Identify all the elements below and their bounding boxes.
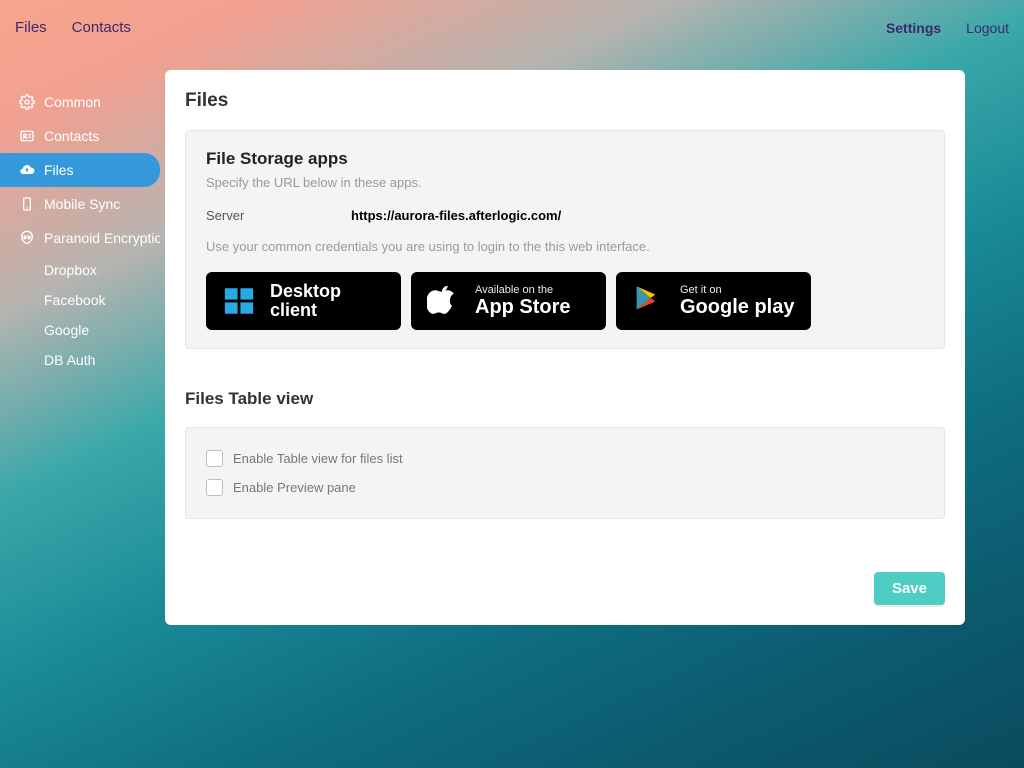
file-storage-card: File Storage apps Specify the URL below … (185, 130, 945, 349)
badge-desktop-text: Desktop client (270, 282, 341, 320)
credentials-note: Use your common credentials you are usin… (206, 239, 924, 254)
gear-icon (18, 93, 36, 111)
sidebar-sub-db-auth[interactable]: DB Auth (0, 345, 160, 375)
cloud-icon (18, 161, 36, 179)
apple-icon (427, 284, 461, 318)
badge-play-text: Get it on Google play (680, 285, 794, 318)
google-play-icon (632, 284, 666, 318)
badge-desktop-client[interactable]: Desktop client (206, 272, 401, 330)
tab-contacts[interactable]: Contacts (72, 19, 131, 36)
sidebar-item-label: Common (44, 94, 101, 110)
top-tabs: Files Contacts (15, 19, 131, 36)
card-icon (18, 127, 36, 145)
sidebar-item-label: Mobile Sync (44, 196, 120, 212)
server-row: Server https://aurora-files.afterlogic.c… (206, 208, 924, 223)
server-value: https://aurora-files.afterlogic.com/ (351, 208, 561, 223)
table-view-heading: Files Table view (185, 389, 945, 409)
sidebar-sub-dropbox[interactable]: Dropbox (0, 255, 160, 285)
badge-appstore-text: Available on the App Store (475, 285, 571, 318)
sidebar-item-contacts[interactable]: Contacts (0, 119, 160, 153)
file-storage-heading: File Storage apps (206, 149, 924, 169)
table-view-card: Enable Table view for files list Enable … (185, 427, 945, 519)
alien-icon (18, 229, 36, 247)
option-enable-preview-pane: Enable Preview pane (206, 473, 924, 502)
tab-files[interactable]: Files (15, 19, 47, 36)
windows-icon (222, 284, 256, 318)
app-badges: Desktop client Available on the App Stor… (206, 272, 924, 330)
sidebar-sub-facebook[interactable]: Facebook (0, 285, 160, 315)
mobile-icon (18, 195, 36, 213)
sidebar-item-label: Contacts (44, 128, 99, 144)
sidebar-item-paranoid-encryption[interactable]: Paranoid Encryption (0, 221, 160, 255)
badge-google-play[interactable]: Get it on Google play (616, 272, 811, 330)
server-label: Server (206, 208, 351, 223)
settings-sidebar: Common Contacts Files Mobile Sync Parano… (0, 85, 160, 375)
top-right: Settings Logout (886, 20, 1009, 36)
option-label: Enable Table view for files list (233, 451, 403, 466)
option-label: Enable Preview pane (233, 480, 356, 495)
sidebar-item-label: Paranoid Encryption (44, 230, 160, 246)
sidebar-item-common[interactable]: Common (0, 85, 160, 119)
link-settings[interactable]: Settings (886, 20, 941, 36)
page-title: Files (185, 90, 945, 112)
file-storage-desc: Specify the URL below in these apps. (206, 175, 924, 190)
sidebar-sub-google[interactable]: Google (0, 315, 160, 345)
link-logout[interactable]: Logout (966, 20, 1009, 36)
sidebar-item-mobile-sync[interactable]: Mobile Sync (0, 187, 160, 221)
badge-app-store[interactable]: Available on the App Store (411, 272, 606, 330)
save-button[interactable]: Save (874, 572, 945, 605)
checkbox-enable-table-view[interactable] (206, 450, 223, 467)
settings-panel: Files File Storage apps Specify the URL … (165, 70, 965, 625)
checkbox-enable-preview-pane[interactable] (206, 479, 223, 496)
sidebar-item-files[interactable]: Files (0, 153, 160, 187)
sidebar-item-label: Files (44, 162, 74, 178)
top-bar: Files Contacts Settings Logout (0, 0, 1024, 55)
option-enable-table-view: Enable Table view for files list (206, 444, 924, 473)
